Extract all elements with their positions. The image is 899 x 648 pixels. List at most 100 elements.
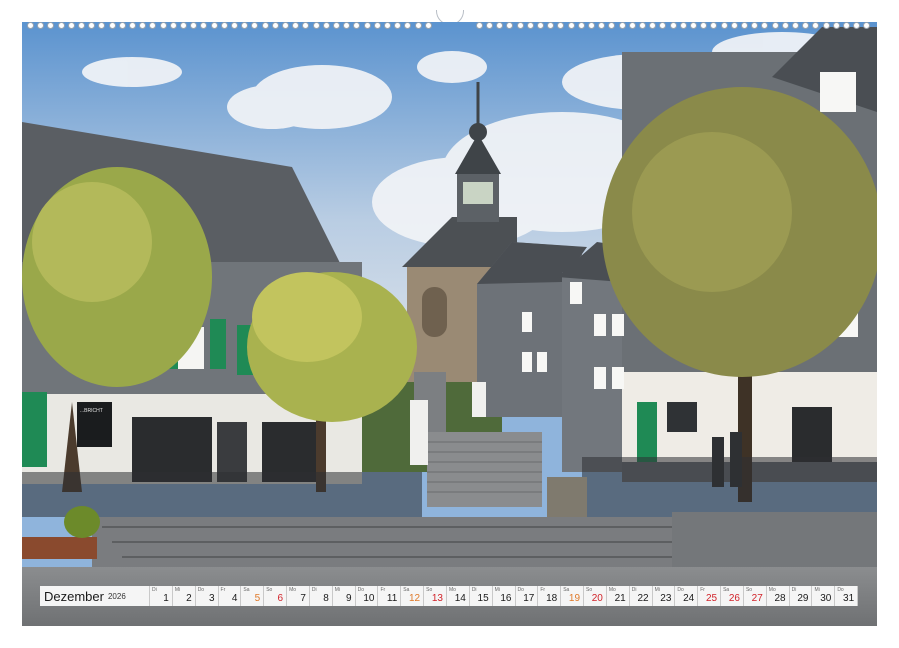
day-number: 4 [231, 593, 238, 604]
weekday-label: Sa [243, 587, 250, 593]
weekday-label: Di [631, 587, 637, 593]
day-cell: Do 3 [196, 586, 219, 606]
day-cell: Mi 16 [493, 586, 516, 606]
binding-hole [58, 23, 64, 28]
binding-hole [527, 23, 533, 28]
day-cells: Di 1 Mi 2 Do 3 Fr 4 Sa 5 So 6 Mo 7 Di 8 Mi 9 Do 10 Fr 11 Sa 12 S… [150, 586, 859, 606]
binding-hole [589, 23, 594, 28]
binding-hole [680, 23, 686, 28]
day-number: 21 [614, 593, 626, 604]
day-cell: Fr 11 [378, 586, 402, 606]
binding-hole [487, 23, 492, 28]
day-number: 7 [300, 593, 306, 604]
weekday-label: Mi [174, 587, 181, 593]
binding-hole [507, 23, 513, 28]
binding-hole [68, 23, 74, 28]
day-cell: Sa 12 [401, 586, 425, 606]
weekday-label: Do [197, 587, 205, 593]
day-cell: Sa 19 [561, 586, 585, 606]
day-cell: Mo 7 [287, 586, 310, 606]
day-cell: Do 24 [675, 586, 699, 606]
day-number: 1 [163, 593, 169, 604]
day-number: 3 [208, 593, 215, 604]
binding-hole [252, 23, 258, 28]
day-number: 17 [523, 593, 535, 604]
weekday-label: Di [471, 587, 477, 593]
weekday-label: Di [152, 587, 157, 593]
day-number: 19 [568, 593, 581, 604]
binding-hole [232, 23, 237, 28]
binding-hole [221, 23, 227, 28]
binding-hole [191, 23, 197, 28]
binding-hole [334, 23, 339, 28]
binding-hole [425, 23, 431, 28]
binding-hole [782, 23, 788, 28]
weekday-label: Fr [220, 587, 226, 593]
day-number: 14 [454, 593, 466, 604]
day-cell: Sa 26 [721, 586, 744, 606]
day-number: 24 [683, 593, 695, 604]
binding-hole [119, 23, 125, 28]
day-cell: Fr 25 [698, 586, 722, 606]
day-cell: Mi 30 [812, 586, 836, 606]
day-number: 8 [323, 593, 329, 604]
day-cell: Do 31 [835, 586, 859, 606]
binding-hole [629, 23, 635, 28]
binding-hole [242, 23, 248, 28]
binding-hole [497, 23, 503, 28]
day-cell: Di 29 [790, 586, 813, 606]
weekday-label: Mi [494, 587, 500, 593]
binding-hole [354, 23, 360, 28]
binding-hole [650, 23, 656, 28]
day-number: 5 [254, 593, 261, 604]
binding-hole [181, 23, 186, 28]
day-number: 31 [843, 593, 855, 604]
day-number: 9 [346, 593, 352, 604]
month-label: Dezember 2026 [40, 586, 150, 606]
binding-hole [405, 23, 411, 28]
binding-hole [89, 23, 95, 28]
binding-hole [568, 23, 574, 28]
binding-hole [772, 23, 778, 28]
binding-hole [854, 23, 860, 28]
day-cell: Do 17 [516, 586, 539, 606]
binding-hole [558, 23, 564, 28]
day-cell: Mi 23 [653, 586, 676, 606]
binding-hole [201, 23, 207, 28]
day-cell: Mo 21 [607, 586, 630, 606]
day-cell: Sa 5 [241, 586, 265, 606]
day-number: 28 [774, 593, 786, 604]
day-cell: Fr 4 [219, 586, 242, 606]
weekday-label: Di [311, 587, 317, 593]
calendar-page: ...BRICHT Dezember 2026 Di 1 Mi 2 Do 3 F… [0, 0, 899, 648]
weekday-label: Fr [540, 587, 546, 593]
binding-hole [578, 23, 584, 28]
calendar-strip: Dezember 2026 Di 1 Mi 2 Do 3 Fr 4 Sa 5 So 6 Mo 7 Di 8 Mi… [40, 586, 859, 606]
binding-hole [813, 23, 819, 28]
binding-hole [833, 23, 839, 28]
binding-hole [364, 23, 370, 28]
day-cell: So 20 [584, 586, 607, 606]
planter [22, 537, 97, 559]
day-cell: So 27 [744, 586, 767, 606]
weekday-label: Di [791, 587, 797, 593]
day-number: 25 [705, 593, 718, 604]
calendar-photo: ...BRICHT [22, 22, 877, 626]
month-name: Dezember [44, 588, 104, 604]
day-number: 30 [820, 593, 832, 604]
day-cell: Di 22 [630, 586, 653, 606]
day-number: 26 [728, 593, 740, 604]
binding-hole [38, 23, 44, 28]
binding-hole [323, 23, 329, 28]
binding-hole [731, 23, 737, 28]
binding-hole [130, 23, 135, 28]
binding-hole [548, 23, 554, 28]
day-number: 29 [797, 593, 809, 604]
day-cell: Di 1 [150, 586, 173, 606]
binding-hole [711, 23, 717, 28]
binding-hole [344, 23, 350, 28]
binding-hole [293, 23, 299, 28]
weekday-label: Mi [814, 587, 820, 593]
binding-hole [721, 23, 727, 28]
binding-hole [864, 23, 870, 28]
